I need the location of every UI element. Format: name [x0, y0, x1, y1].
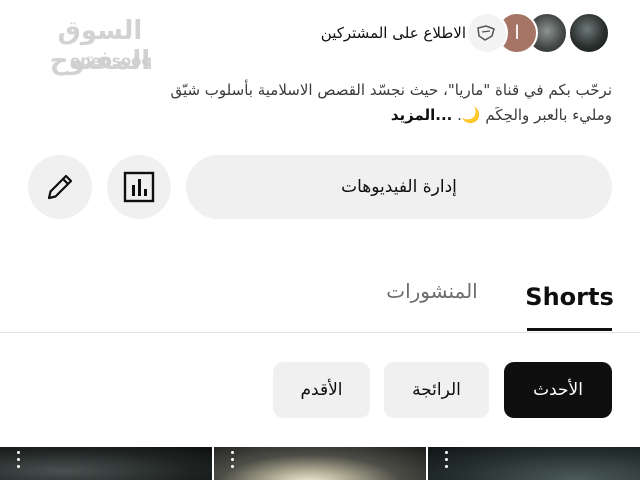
- pencil-icon: [47, 174, 73, 200]
- watermark-sub-text: opensooq: [70, 52, 153, 70]
- tab-posts[interactable]: المنشورات: [378, 256, 486, 326]
- channel-description[interactable]: نرحّب بكم في قناة "ماريا"، حيث نجسّد الق…: [22, 78, 612, 128]
- more-vertical-icon[interactable]: [230, 451, 236, 475]
- active-tab-indicator: [527, 328, 612, 331]
- description-line: نرحّب بكم في قناة "ماريا"، حيث نجسّد الق…: [170, 81, 612, 99]
- tab-shorts[interactable]: Shorts: [525, 262, 613, 332]
- manage-videos-button[interactable]: إدارة الفيديوهات: [186, 155, 612, 219]
- channel-tabs: Shorts المنشورات: [0, 262, 640, 334]
- view-subscribers-row[interactable]: ا الاطلاع على المشتركين: [321, 12, 610, 54]
- short-thumbnail[interactable]: [214, 447, 426, 480]
- more-vertical-icon[interactable]: [16, 451, 22, 475]
- tabs-divider: [0, 332, 640, 333]
- short-thumbnail[interactable]: [428, 447, 640, 480]
- more-link[interactable]: ...المزيد: [391, 106, 453, 124]
- subscriber-avatar: [466, 12, 508, 54]
- bar-chart-icon: [123, 171, 155, 203]
- analytics-button[interactable]: [107, 155, 171, 219]
- description-text: ومليء بالعبر والحِكَم 🌙.: [452, 106, 612, 124]
- edit-button[interactable]: [28, 155, 92, 219]
- description-line-2: ومليء بالعبر والحِكَم 🌙. ...المزيد: [22, 103, 612, 128]
- short-thumbnail[interactable]: [0, 447, 212, 480]
- more-vertical-icon[interactable]: [444, 451, 450, 475]
- avatar-letter: ا: [514, 22, 520, 44]
- chip-oldest[interactable]: الأقدم: [273, 362, 370, 418]
- sketch-avatar-icon: [477, 25, 495, 41]
- subscriber-avatar: [568, 12, 610, 54]
- watermark: السوق المفتوح opensooq: [20, 16, 180, 76]
- view-subscribers-label: الاطلاع على المشتركين: [320, 24, 466, 42]
- chip-popular[interactable]: الرائجة: [384, 362, 489, 418]
- chip-newest[interactable]: الأحدث: [504, 362, 612, 418]
